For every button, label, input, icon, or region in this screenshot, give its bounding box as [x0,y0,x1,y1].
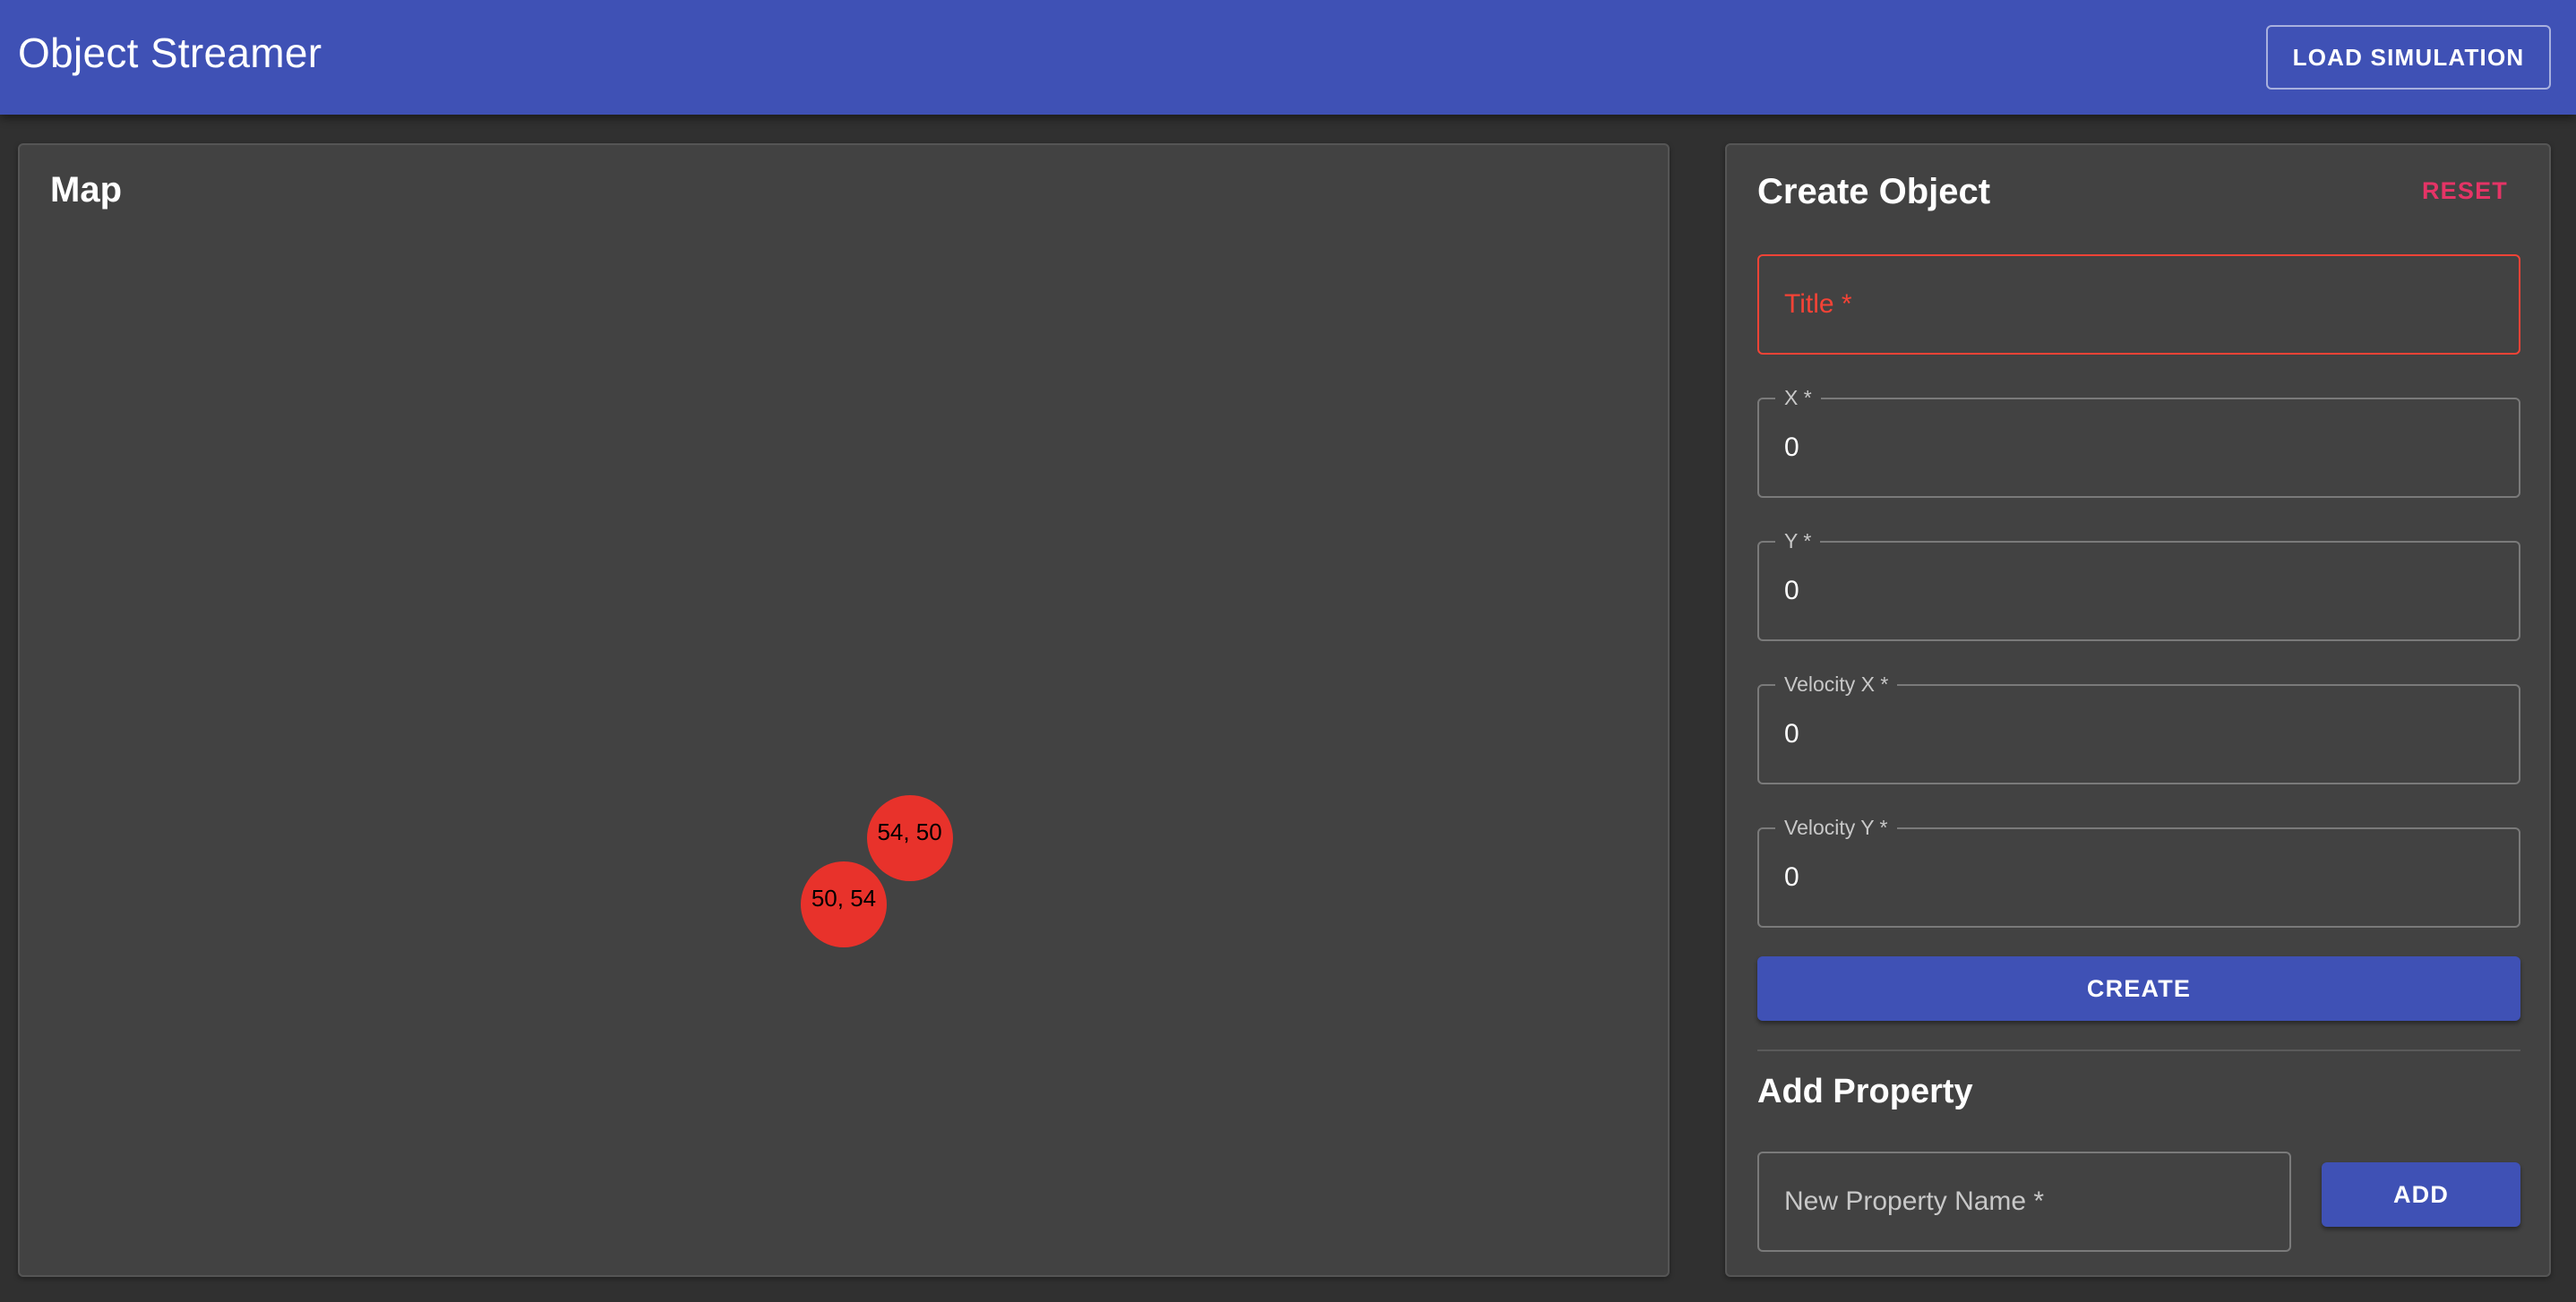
map-canvas[interactable]: 54, 50 50, 54 [20,145,1668,1275]
map-object[interactable]: 50, 54 [801,861,887,947]
y-field: Y * [1757,527,2520,641]
create-button[interactable]: CREATE [1757,956,2520,1021]
add-property-button[interactable]: ADD [2322,1162,2520,1227]
create-object-panel: Create Object RESET X * Y * Velocity X *… [1725,143,2551,1277]
app-bar: Object Streamer LOAD SIMULATION [0,0,2576,115]
velocity-x-field: Velocity X * [1757,671,2520,784]
property-name-field [1757,1152,2291,1252]
title-input[interactable] [1759,256,2519,353]
y-input[interactable] [1759,543,2519,639]
load-simulation-button[interactable]: LOAD SIMULATION [2266,25,2551,90]
map-title: Map [50,170,122,210]
app-title: Object Streamer [18,30,322,76]
velocity-y-input[interactable] [1759,829,2519,926]
property-name-input[interactable] [1759,1153,2289,1250]
create-object-title: Create Object [1757,172,1991,211]
map-panel: 54, 50 50, 54 Map [18,143,1670,1277]
title-field [1757,254,2520,355]
divider [1757,1049,2520,1051]
add-property-title: Add Property [1757,1073,1973,1110]
velocity-y-field: Velocity Y * [1757,814,2520,928]
x-field: X * [1757,384,2520,498]
velocity-x-input[interactable] [1759,686,2519,783]
x-input[interactable] [1759,399,2519,496]
map-object[interactable]: 54, 50 [866,795,953,881]
reset-button[interactable]: RESET [2422,177,2508,205]
